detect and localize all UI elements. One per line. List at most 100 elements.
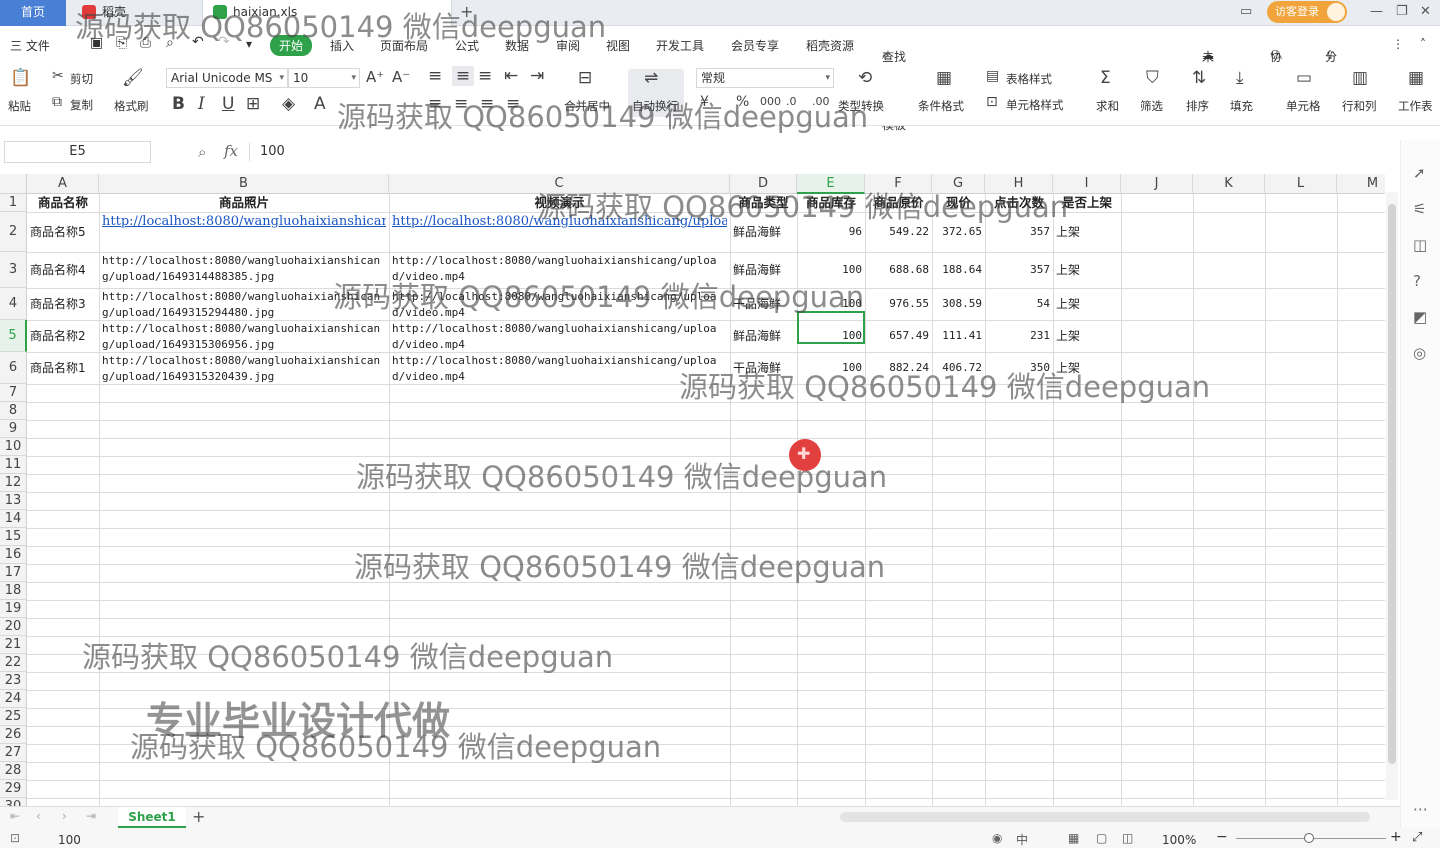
input-lang[interactable]: 中 [1016,831,1028,848]
row-header-18[interactable]: 18 [0,582,27,600]
preview-icon[interactable]: ⌕ [166,35,174,51]
italic-icon[interactable]: I [198,94,205,114]
sum-button[interactable]: 求和 [1096,98,1119,114]
worksheet-button[interactable]: 工作表 [1398,98,1433,114]
table-cell[interactable]: 688.68 [868,253,929,287]
justify-icon[interactable]: ≡ [506,94,520,114]
minimize-button[interactable]: — [1370,4,1383,19]
table-cell[interactable]: 882.24 [868,353,929,383]
header-cell[interactable]: 商品库存 [800,195,862,211]
row-header-7[interactable]: 7 [0,384,27,402]
new-tab-button[interactable]: + [460,2,473,21]
row-header-4[interactable]: 4 [0,288,27,320]
font-grow-icon[interactable]: A⁺ [366,68,384,86]
column-header-e[interactable]: E [797,174,865,194]
row-header-27[interactable]: 27 [0,744,27,762]
bold-icon[interactable]: B [172,94,185,114]
row-header-1[interactable]: 1 [0,194,27,212]
row-header-17[interactable]: 17 [0,564,27,582]
header-cell[interactable]: 商品照片 [102,195,386,211]
scroll-thumb[interactable] [1388,204,1396,764]
formula-input[interactable]: 100 [260,144,285,159]
table-cell[interactable]: 商品名称2 [30,321,96,351]
header-cell[interactable]: 商品名称 [30,195,96,211]
collapse-ribbon-icon[interactable]: ˄ [1420,37,1426,51]
thousands-icon[interactable]: 000 [760,95,781,108]
table-cell[interactable]: 商品名称1 [30,353,96,383]
last-sheet-icon[interactable]: ⇥ [86,809,96,823]
font-shrink-icon[interactable]: A⁻ [392,68,410,86]
sort-button[interactable]: 排序 [1186,98,1209,114]
table-cell[interactable]: http://localhost:8080/wangluohaixianshic… [102,213,386,251]
table-cell[interactable]: 干品海鲜 [733,289,794,319]
menu-insert[interactable]: 插入 [330,37,354,54]
more-options-icon[interactable]: ⋯ [1413,800,1428,818]
menu-review[interactable]: 审阅 [556,37,580,54]
menu-data[interactable]: 数据 [505,37,529,54]
row-header-21[interactable]: 21 [0,636,27,654]
merge-center-button[interactable]: 合并居中 [564,98,610,114]
row-header-2[interactable]: 2 [0,212,27,252]
fullscreen-icon[interactable]: ⤢ [1412,830,1422,845]
table-cell[interactable]: 上架 [1056,321,1118,351]
table-cell[interactable]: 357 [988,253,1050,287]
table-cell[interactable]: 54 [988,289,1050,319]
table-cell[interactable]: 鲜品海鲜 [733,253,794,287]
column-header-h[interactable]: H [985,174,1053,194]
export-icon[interactable]: ⎘ [116,35,127,51]
table-cell[interactable]: http://localhost:8080/wangluohaixianshic… [102,253,386,287]
header-cell[interactable]: 是否上架 [1056,195,1118,211]
menu-member[interactable]: 会员专享 [731,37,779,54]
paste-button[interactable]: 粘贴 [8,98,31,114]
row-header-6[interactable]: 6 [0,352,27,384]
table-cell[interactable]: 上架 [1056,289,1118,319]
table-cell[interactable]: http://localhost:8080/wangluohaixianshic… [392,321,727,351]
paste-icon[interactable]: 📋 [10,68,31,88]
table-cell[interactable]: 商品名称4 [30,253,96,287]
zoom-level[interactable]: 100% [1162,833,1196,847]
menu-page-layout[interactable]: 页面布局 [380,37,428,54]
table-cell[interactable]: http://localhost:8080/wangluohaixianshic… [392,253,727,287]
more-icon[interactable]: ⋮ [1392,37,1404,51]
pointer-icon[interactable]: ➚ [1413,164,1426,182]
table-cell[interactable]: 657.49 [868,321,929,351]
menu-daoke-resources[interactable]: 稻壳资源 [806,37,854,54]
table-cell[interactable]: http://localhost:8080/wangluohaixianshic… [102,289,386,319]
header-cell[interactable]: 商品类型 [733,195,794,211]
zoom-slider-handle[interactable] [1304,833,1314,843]
column-header-a[interactable]: A [27,174,99,194]
row-header-8[interactable]: 8 [0,402,27,420]
indent-decrease-icon[interactable]: ⇤ [504,66,518,86]
table-cell[interactable]: 鲜品海鲜 [733,321,794,351]
align-center-icon[interactable]: ≡ [454,94,468,114]
table-cell[interactable]: http://localhost:8080/wangluohaixianshic… [392,289,727,319]
row-header-20[interactable]: 20 [0,618,27,636]
table-cell[interactable]: 188.64 [935,253,982,287]
row-header-24[interactable]: 24 [0,690,27,708]
eye-icon[interactable]: ◉ [992,831,1002,845]
menu-view[interactable]: 视图 [606,37,630,54]
table-cell[interactable]: 商品名称5 [30,213,96,251]
header-cell[interactable]: 商品原价 [868,195,929,211]
header-cell[interactable]: 现价 [935,195,982,211]
table-cell[interactable]: 308.59 [935,289,982,319]
number-format-select[interactable]: 常规 [696,68,834,88]
underline-icon[interactable]: U [222,94,234,114]
row-header-14[interactable]: 14 [0,510,27,528]
row-header-16[interactable]: 16 [0,546,27,564]
cell-button[interactable]: 单元格 [1286,98,1321,114]
column-header-f[interactable]: F [865,174,932,194]
print-icon[interactable]: ⎙ [140,35,151,51]
column-header-d[interactable]: D [730,174,797,194]
row-header-15[interactable]: 15 [0,528,27,546]
redo-icon[interactable]: ↷ [218,34,230,50]
shape-icon[interactable]: ◫ [1413,236,1427,254]
align-middle-icon[interactable]: ≡ [452,66,474,86]
type-convert-button[interactable]: 类型转换 [838,98,884,114]
prev-sheet-icon[interactable]: ‹ [36,809,41,823]
row-header-25[interactable]: 25 [0,708,27,726]
first-sheet-icon[interactable]: ⇤ [10,809,20,823]
zoom-in-button[interactable]: + [1390,829,1402,845]
row-header-29[interactable]: 29 [0,780,27,798]
selected-cell-e5[interactable] [797,311,865,344]
